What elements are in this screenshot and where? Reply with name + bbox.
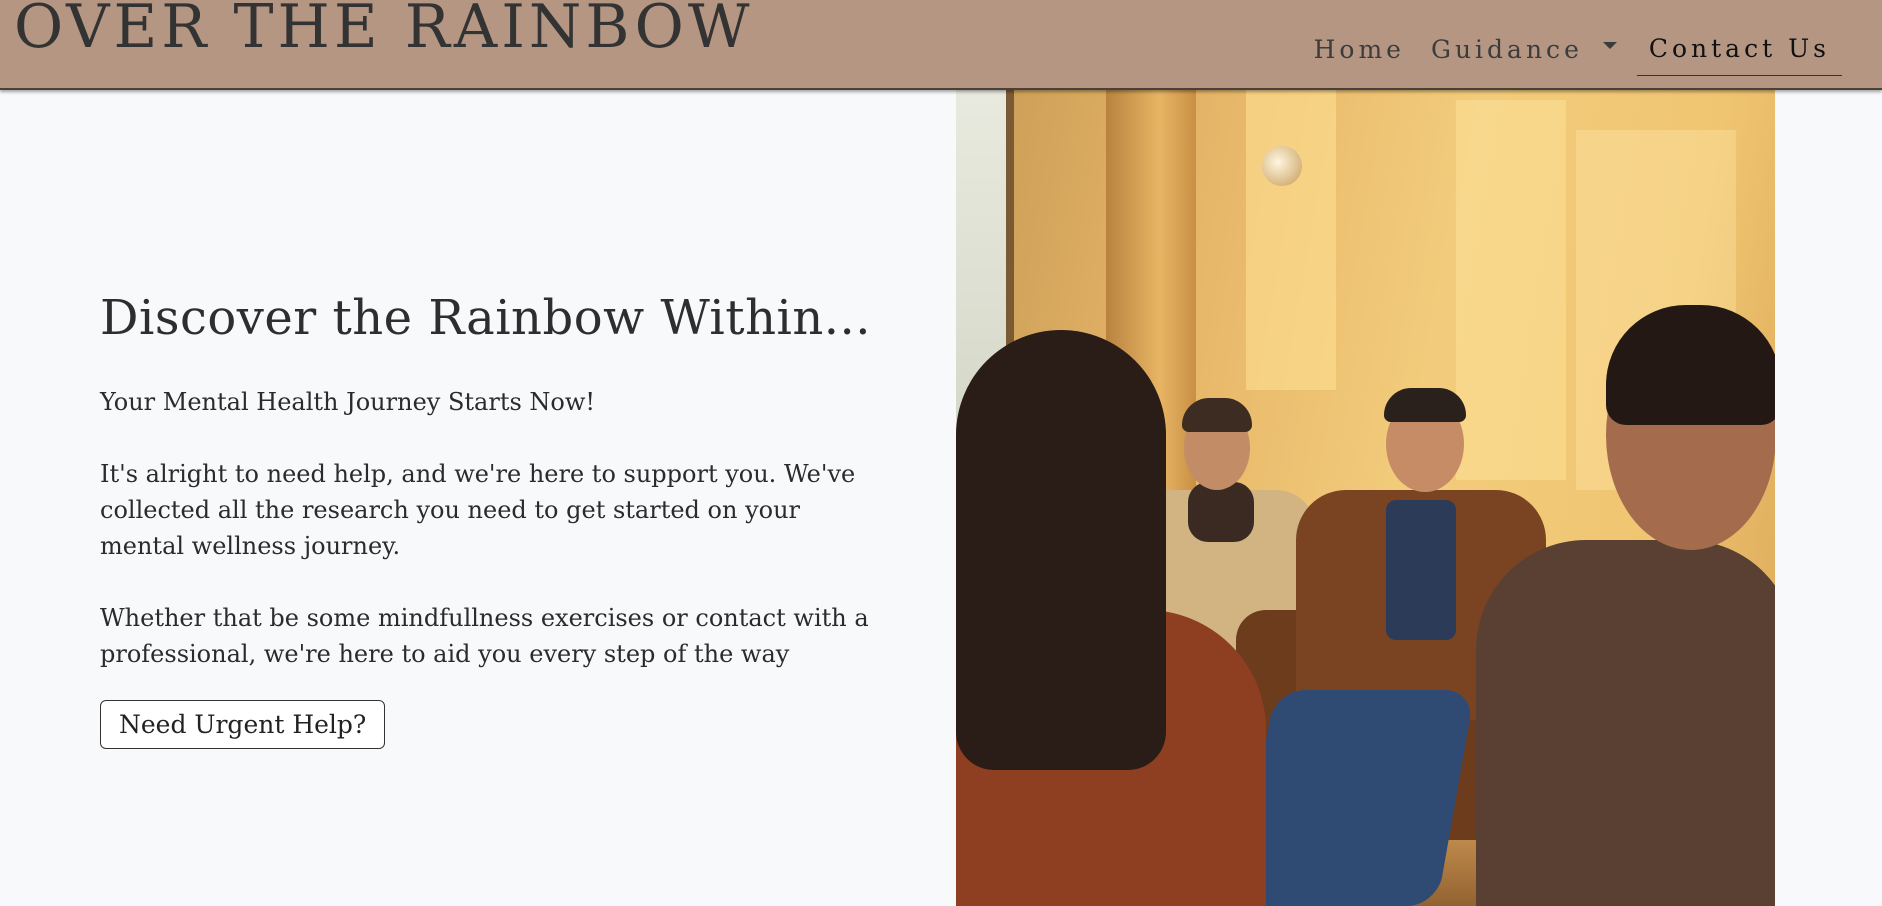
person-shirt [1386, 500, 1456, 640]
site-logo[interactable]: OVER THE RAINBOW [14, 0, 754, 60]
sunlight-patch [1246, 90, 1336, 390]
person-hair [956, 330, 1166, 770]
wall-lamp [1262, 146, 1302, 186]
hero-paragraph-2: Whether that be some mindfullness exerci… [100, 604, 869, 668]
nav-contact-link[interactable]: Contact Us [1636, 34, 1842, 76]
nav-home-link[interactable]: Home [1314, 35, 1405, 64]
urgent-help-button[interactable]: Need Urgent Help? [100, 700, 386, 749]
caret-down-icon [1602, 41, 1617, 49]
site-header: OVER THE RAINBOW Home Guidance Contact U… [0, 0, 1882, 90]
hero-text: Discover the Rainbow Within... Your Ment… [100, 290, 880, 749]
sunlight-patch [1456, 100, 1566, 480]
person-legs [1236, 690, 1476, 906]
hero-subtitle: Your Mental Health Journey Starts Now! [100, 388, 596, 416]
main-nav: Home Guidance Contact Us [1314, 28, 1842, 76]
person-scarf [1188, 482, 1254, 542]
hero-photo-group-therapy [956, 90, 1775, 906]
nav-guidance-dropdown[interactable]: Guidance [1431, 35, 1637, 64]
person-hair [1384, 388, 1466, 422]
hero-title: Discover the Rainbow Within... [100, 290, 872, 346]
hero-paragraph-1: It's alright to need help, and we're her… [100, 460, 856, 560]
nav-guidance-label: Guidance [1430, 34, 1583, 64]
person-body [1476, 540, 1775, 906]
person-hair [1182, 398, 1252, 432]
